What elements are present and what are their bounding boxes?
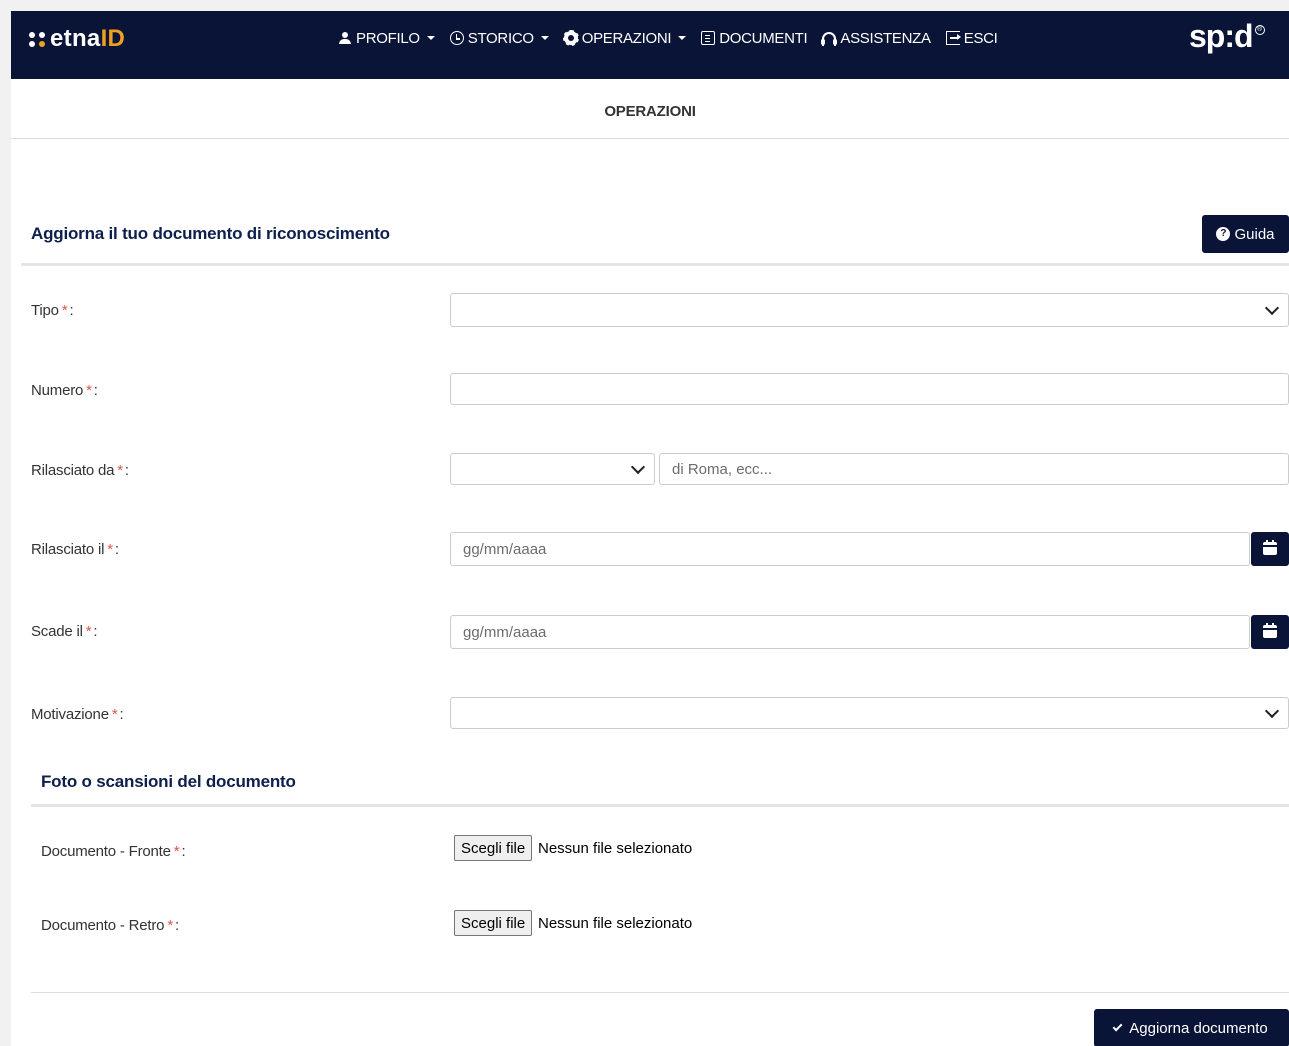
nav-operazioni[interactable]: OPERAZIONI xyxy=(562,29,687,47)
logout-icon xyxy=(945,31,961,45)
main-nav: PROFILO STORICO OPERAZIONI DOCUMENTI ASS… xyxy=(338,28,1013,48)
required-marker: * xyxy=(167,917,173,934)
nav-assistenza[interactable]: ASSISTENZA xyxy=(821,29,931,47)
brand-highlight: ID xyxy=(100,25,126,52)
spid-logo: sp:d ® xyxy=(1189,19,1265,55)
form-title: Aggiorna il tuo documento di riconoscime… xyxy=(31,224,390,243)
required-marker: * xyxy=(117,462,123,479)
caret-down-icon xyxy=(678,36,687,40)
nav-esci[interactable]: ESCI xyxy=(945,29,998,47)
rilasciato-da-placeholder: di Roma, ecc... xyxy=(672,460,773,478)
headset-icon xyxy=(821,32,838,46)
rilasciato-il-label: Rilasciato il *: xyxy=(31,541,119,558)
nav-profilo-label: PROFILO xyxy=(356,29,420,47)
motivazione-select[interactable] xyxy=(450,697,1289,729)
date-placeholder: gg/mm/aaaa xyxy=(463,623,547,641)
required-marker: * xyxy=(111,706,118,723)
section-divider xyxy=(21,263,1289,266)
user-icon xyxy=(338,31,352,45)
rilasciato-il-calendar-button[interactable] xyxy=(1251,532,1289,566)
motivazione-label: Motivazione *: xyxy=(31,706,124,723)
numero-input[interactable] xyxy=(450,373,1289,405)
guide-button-label: Guida xyxy=(1234,225,1275,243)
check-icon xyxy=(1112,1021,1123,1031)
nav-storico[interactable]: STORICO xyxy=(449,29,549,47)
scade-il-label: Scade il *: xyxy=(31,623,98,640)
caret-down-icon xyxy=(540,36,549,40)
rilasciato-da-select[interactable] xyxy=(450,453,655,485)
nav-storico-label: STORICO xyxy=(467,29,534,47)
date-placeholder: gg/mm/aaaa xyxy=(463,540,547,558)
scade-il-calendar-button[interactable] xyxy=(1251,615,1289,649)
chevron-down-icon xyxy=(1264,703,1280,719)
nav-operazioni-label: OPERAZIONI xyxy=(581,29,672,47)
etnaid-logo[interactable]: etnaID xyxy=(28,24,125,54)
question-icon: ? xyxy=(1216,227,1231,241)
required-marker: * xyxy=(86,382,92,399)
documento-retro-label: Documento - Retro *: xyxy=(41,917,179,934)
section-divider xyxy=(31,804,1289,807)
calendar-icon xyxy=(1263,623,1277,638)
documento-retro-file-button[interactable]: Scegli file xyxy=(454,910,533,936)
required-marker: * xyxy=(173,843,180,860)
calendar-icon xyxy=(1263,540,1277,555)
documento-fronte-label: Documento - Fronte *: xyxy=(41,843,186,860)
nav-documenti[interactable]: DOCUMENTI xyxy=(701,29,808,47)
registered-mark-icon: ® xyxy=(1254,25,1265,35)
documento-retro-file-status: Nessun file selezionato xyxy=(538,915,693,932)
numero-label: Numero *: xyxy=(31,382,98,399)
chevron-down-icon xyxy=(1264,300,1280,316)
spid-logo-text: sp:d xyxy=(1189,18,1254,54)
clock-icon xyxy=(449,31,464,45)
rilasciato-da-input[interactable]: di Roma, ecc... xyxy=(659,453,1289,485)
rilasciato-il-date-input[interactable]: gg/mm/aaaa xyxy=(450,532,1250,566)
scade-il-date-input[interactable]: gg/mm/aaaa xyxy=(450,615,1250,649)
guide-button[interactable]: ? Guida xyxy=(1202,215,1289,253)
tipo-label: Tipo *: xyxy=(31,302,74,319)
app-window: etnaID PROFILO STORICO OPERAZIONI DOCUME… xyxy=(11,11,1289,1046)
nav-assistenza-label: ASSISTENZA xyxy=(840,29,931,47)
required-marker: * xyxy=(61,302,68,319)
brand-prefix: etna xyxy=(50,25,101,52)
nav-profilo[interactable]: PROFILO xyxy=(338,30,435,47)
etnaid-logo-mark-icon xyxy=(28,29,48,49)
gear-icon xyxy=(562,30,579,46)
page-title: OPERAZIONI xyxy=(604,103,696,120)
top-navbar: etnaID PROFILO STORICO OPERAZIONI DOCUME… xyxy=(11,11,1289,79)
required-marker: * xyxy=(85,623,92,640)
chevron-down-icon xyxy=(630,459,646,475)
scans-section-title: Foto o scansioni del documento xyxy=(41,772,296,791)
tipo-select[interactable] xyxy=(450,293,1289,327)
documento-fronte-file-status: Nessun file selezionato xyxy=(538,840,693,857)
nav-documenti-label: DOCUMENTI xyxy=(719,29,808,47)
form-footer-divider xyxy=(31,992,1289,993)
documento-fronte-file-button[interactable]: Scegli file xyxy=(454,835,533,861)
nav-esci-label: ESCI xyxy=(963,29,998,47)
required-marker: * xyxy=(107,541,113,558)
page-header: OPERAZIONI xyxy=(11,79,1289,139)
update-document-button-label: Aggiorna documento xyxy=(1129,1019,1268,1037)
rilasciato-da-label: Rilasciato da *: xyxy=(31,462,129,479)
update-document-button[interactable]: Aggiorna documento xyxy=(1094,1009,1289,1046)
caret-down-icon xyxy=(426,36,435,40)
documents-icon xyxy=(701,31,716,45)
